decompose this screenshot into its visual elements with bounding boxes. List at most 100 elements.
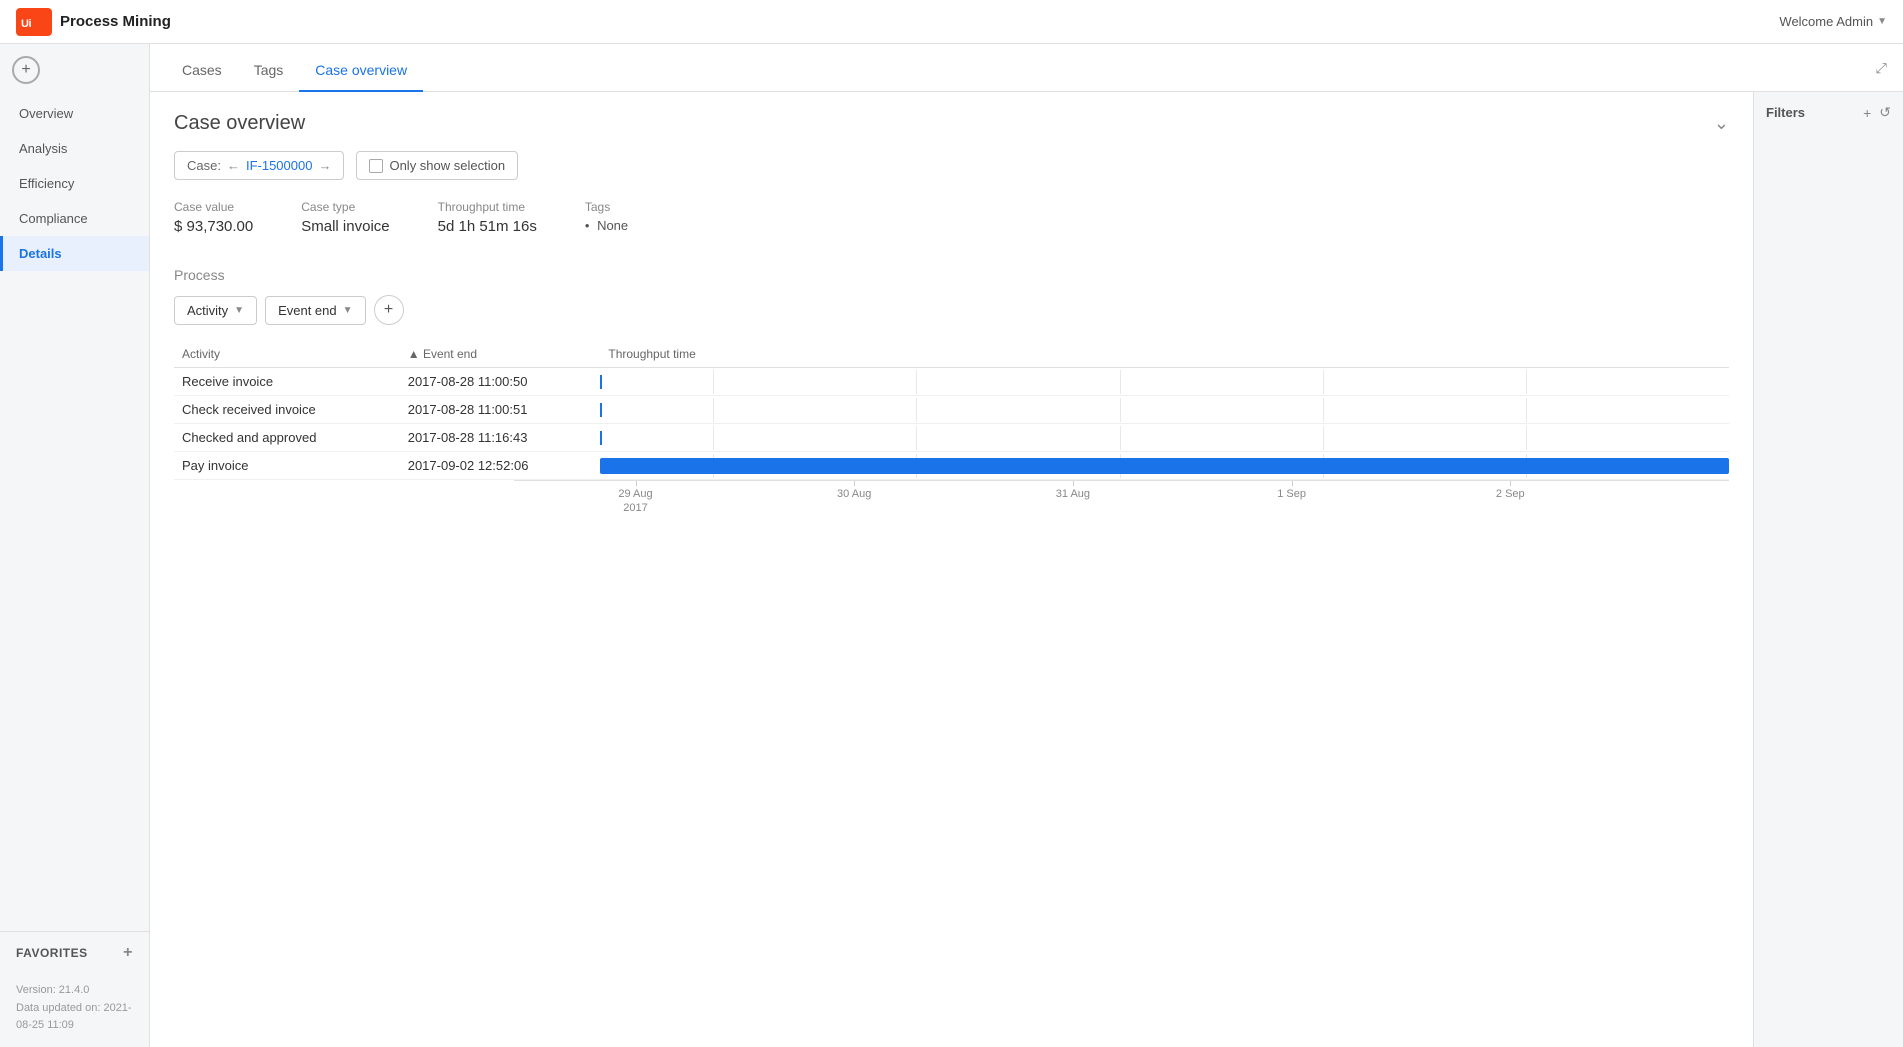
- gantt-tick: [600, 403, 602, 417]
- filters-actions: + ↺: [1863, 104, 1891, 121]
- svg-text:Ui: Ui: [21, 18, 31, 30]
- filters-refresh-icon[interactable]: ↺: [1879, 104, 1891, 121]
- process-table: Activity ▲ Event end Throughput time: [174, 341, 1729, 480]
- timeline-label: 1 Sep: [1277, 487, 1306, 501]
- timeline-label: 31 Aug: [1056, 487, 1090, 501]
- tags-text: None: [597, 218, 628, 233]
- filters-title: Filters: [1766, 105, 1805, 120]
- sidebar: + Overview Analysis Efficiency Complianc…: [0, 44, 150, 1047]
- table-row: Checked and approved2017-08-28 11:16:43: [174, 424, 1729, 452]
- uipath-logo: Ui: [16, 8, 52, 36]
- case-value: $ 93,730.00: [174, 218, 253, 235]
- case-metrics: Case value $ 93,730.00 Case type Small i…: [174, 200, 1729, 235]
- filters-panel: Filters + ↺: [1753, 92, 1903, 1047]
- welcome-text: Welcome Admin: [1779, 14, 1873, 29]
- activity-dropdown-arrow-icon: ▼: [234, 305, 244, 316]
- tab-bar: Cases Tags Case overview ⤢: [150, 44, 1903, 92]
- cell-throughput-gantt: [600, 368, 1729, 396]
- tag-dot-icon: •: [585, 218, 590, 233]
- expand-icon[interactable]: ⤢: [1876, 59, 1887, 76]
- tab-tags[interactable]: Tags: [238, 50, 300, 92]
- cell-event-end: 2017-08-28 11:16:43: [400, 424, 601, 452]
- filters-add-icon[interactable]: +: [1863, 105, 1871, 121]
- cell-activity: Receive invoice: [174, 368, 400, 396]
- process-controls: Activity ▼ Event end ▼ +: [174, 295, 1729, 325]
- table-row: Receive invoice2017-08-28 11:00:50: [174, 368, 1729, 396]
- sidebar-add-button[interactable]: +: [12, 56, 40, 84]
- right-panel: Cases Tags Case overview ⤢ Case overview…: [150, 44, 1903, 1047]
- case-overview-title: Case overview: [174, 112, 305, 135]
- cell-activity: Check received invoice: [174, 396, 400, 424]
- logo-area: Ui Process Mining: [16, 8, 171, 36]
- show-selection-label: Only show selection: [389, 158, 505, 173]
- gantt-bar: [600, 458, 1729, 474]
- app-title: Process Mining: [60, 13, 171, 30]
- process-label: Process: [174, 267, 1729, 283]
- sidebar-item-overview[interactable]: Overview: [0, 96, 149, 131]
- sidebar-item-analysis[interactable]: Analysis: [0, 131, 149, 166]
- cell-activity: Checked and approved: [174, 424, 400, 452]
- favorites-label: FAVORITES: [16, 946, 88, 960]
- col-header-event-end[interactable]: ▲ Event end: [400, 341, 601, 368]
- timeline-label: 2 Sep: [1496, 487, 1525, 501]
- sidebar-favorites: FAVORITES +: [0, 931, 149, 974]
- data-updated-text: Data updated on: 2021-08-25 11:09: [16, 1000, 133, 1035]
- tab-cases[interactable]: Cases: [166, 50, 238, 92]
- col-header-throughput: Throughput time: [600, 341, 1729, 368]
- cell-event-end: 2017-09-02 12:52:06: [400, 452, 601, 480]
- table-row: Pay invoice2017-09-02 12:52:06: [174, 452, 1729, 480]
- col-header-activity[interactable]: Activity: [174, 341, 400, 368]
- topbar: Ui Process Mining Welcome Admin ▼: [0, 0, 1903, 44]
- right-arrow-icon: →: [318, 158, 331, 173]
- gantt-tick: [600, 375, 602, 389]
- main-content: Case overview ⌄ Case: ← IF-1500000 → Onl…: [150, 92, 1753, 1047]
- cell-event-end: 2017-08-28 11:00:51: [400, 396, 601, 424]
- timeline-label: 29 Aug 2017: [618, 487, 652, 516]
- sidebar-top: +: [0, 44, 149, 92]
- table-row: Check received invoice2017-08-28 11:00:5…: [174, 396, 1729, 424]
- cell-throughput-gantt: [600, 424, 1729, 452]
- tags-label: Tags: [585, 200, 628, 214]
- sidebar-item-compliance[interactable]: Compliance: [0, 201, 149, 236]
- left-arrow-icon: ←: [227, 158, 240, 173]
- gantt-tick: [600, 431, 602, 445]
- checkbox-icon: [369, 159, 383, 173]
- sidebar-item-details[interactable]: Details: [0, 236, 149, 271]
- favorites-header: FAVORITES +: [16, 944, 133, 962]
- activity-dropdown[interactable]: Activity ▼: [174, 296, 257, 325]
- content-area: Case overview ⌄ Case: ← IF-1500000 → Onl…: [150, 92, 1903, 1047]
- cell-activity: Pay invoice: [174, 452, 400, 480]
- timeline-label: 30 Aug: [837, 487, 871, 501]
- event-end-dropdown-arrow-icon: ▼: [343, 305, 353, 316]
- section-header: Case overview ⌄: [174, 112, 1729, 135]
- case-nav-button[interactable]: Case: ← IF-1500000 →: [174, 151, 344, 180]
- cell-throughput-gantt: [600, 452, 1729, 480]
- metric-case-type: Case type Small invoice: [301, 200, 389, 235]
- case-id: IF-1500000: [246, 158, 313, 173]
- favorites-add-icon[interactable]: +: [123, 944, 133, 962]
- case-value-label: Case value: [174, 200, 253, 214]
- welcome-chevron-icon[interactable]: ▼: [1877, 16, 1887, 27]
- tab-case-overview[interactable]: Case overview: [299, 50, 423, 92]
- welcome-area: Welcome Admin ▼: [1779, 14, 1887, 29]
- timeline-axis: 29 Aug 201730 Aug31 Aug1 Sep2 Sep: [514, 480, 1729, 512]
- case-type: Small invoice: [301, 218, 389, 235]
- sidebar-nav: Overview Analysis Efficiency Compliance …: [0, 92, 149, 931]
- metric-case-value: Case value $ 93,730.00: [174, 200, 253, 235]
- case-controls: Case: ← IF-1500000 → Only show selection: [174, 151, 1729, 180]
- cell-event-end: 2017-08-28 11:00:50: [400, 368, 601, 396]
- event-end-dropdown[interactable]: Event end ▼: [265, 296, 365, 325]
- case-label: Case:: [187, 158, 221, 173]
- collapse-button[interactable]: ⌄: [1714, 113, 1729, 134]
- sidebar-item-efficiency[interactable]: Efficiency: [0, 166, 149, 201]
- event-end-dropdown-label: Event end: [278, 303, 337, 318]
- tags-value: • None: [585, 218, 628, 233]
- version-text: Version: 21.4.0: [16, 982, 133, 1000]
- activity-dropdown-label: Activity: [187, 303, 228, 318]
- add-column-button[interactable]: +: [374, 295, 404, 325]
- version-info: Version: 21.4.0 Data updated on: 2021-08…: [0, 974, 149, 1047]
- show-selection-button[interactable]: Only show selection: [356, 151, 518, 180]
- case-type-label: Case type: [301, 200, 389, 214]
- metric-tags: Tags • None: [585, 200, 628, 235]
- throughput-value: 5d 1h 51m 16s: [438, 218, 537, 235]
